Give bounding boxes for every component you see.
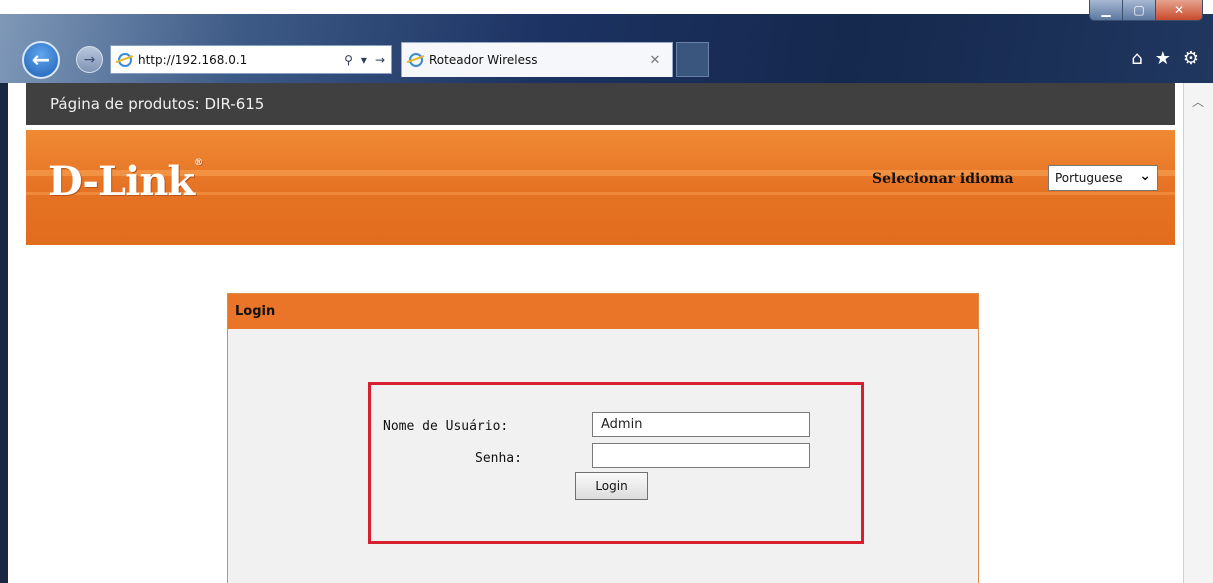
home-icon[interactable]: ⌂ xyxy=(1131,48,1142,69)
tab-title: Roteador Wireless xyxy=(429,53,538,67)
gear-icon[interactable]: ⚙ xyxy=(1183,48,1199,69)
username-field[interactable] xyxy=(592,412,810,437)
ie-tab-icon xyxy=(409,53,423,67)
username-label: Nome de Usuário: xyxy=(383,419,509,434)
product-title: Página de produtos: DIR-615 xyxy=(50,95,265,113)
dlink-banner: D-Link® Selecionar idioma Portuguese ⌄ xyxy=(26,130,1175,245)
language-label: Selecionar idioma xyxy=(872,171,1014,187)
language-selected: Portuguese xyxy=(1055,171,1123,185)
browser-right-tools: ⌂ ★ ⚙ xyxy=(1131,48,1199,69)
vertical-scrollbar[interactable]: ︿ xyxy=(1183,83,1213,583)
address-url[interactable]: http://192.168.0.1 xyxy=(138,53,344,67)
address-bar[interactable]: http://192.168.0.1 ⚲ ▾ → xyxy=(110,45,392,74)
product-bar: Página de produtos: DIR-615 xyxy=(26,83,1175,125)
chevron-down-icon: ⌄ xyxy=(1139,168,1151,184)
close-icon[interactable]: ✕ xyxy=(1156,0,1202,20)
star-icon[interactable]: ★ xyxy=(1155,48,1171,69)
password-field[interactable] xyxy=(592,443,810,468)
login-header: Login xyxy=(228,294,978,329)
password-label: Senha: xyxy=(475,451,522,466)
scroll-up-icon[interactable]: ︿ xyxy=(1192,93,1204,110)
page-viewport: Página de produtos: DIR-615 D-Link® Sele… xyxy=(8,83,1213,583)
new-tab-button[interactable] xyxy=(676,42,709,77)
minimize-icon[interactable]: ▁ xyxy=(1090,0,1123,20)
window-controls: ▁ ▢ ✕ xyxy=(1089,0,1203,21)
login-panel: Login Nome de Usuário: Senha: Login xyxy=(227,293,979,583)
dlink-logo: D-Link® xyxy=(48,158,203,205)
forward-arrow-icon[interactable]: → xyxy=(76,46,103,73)
ie-page-icon xyxy=(118,52,132,67)
search-icon[interactable]: ⚲ xyxy=(344,53,353,67)
browser-chrome: ▁ ▢ ✕ ← → http://192.168.0.1 ⚲ ▾ → Rotea… xyxy=(0,0,1213,83)
login-button[interactable]: Login xyxy=(575,472,648,500)
browser-tab[interactable]: Roteador Wireless ✕ xyxy=(401,42,673,77)
maximize-icon[interactable]: ▢ xyxy=(1123,0,1156,20)
dropdown-icon[interactable]: ▾ xyxy=(361,53,367,67)
go-arrow-icon[interactable]: → xyxy=(375,53,385,67)
router-page: Página de produtos: DIR-615 D-Link® Sele… xyxy=(26,83,1175,583)
tab-close-icon[interactable]: ✕ xyxy=(646,53,664,68)
back-arrow-icon[interactable]: ← xyxy=(22,41,60,79)
language-select[interactable]: Portuguese ⌄ xyxy=(1048,165,1158,191)
